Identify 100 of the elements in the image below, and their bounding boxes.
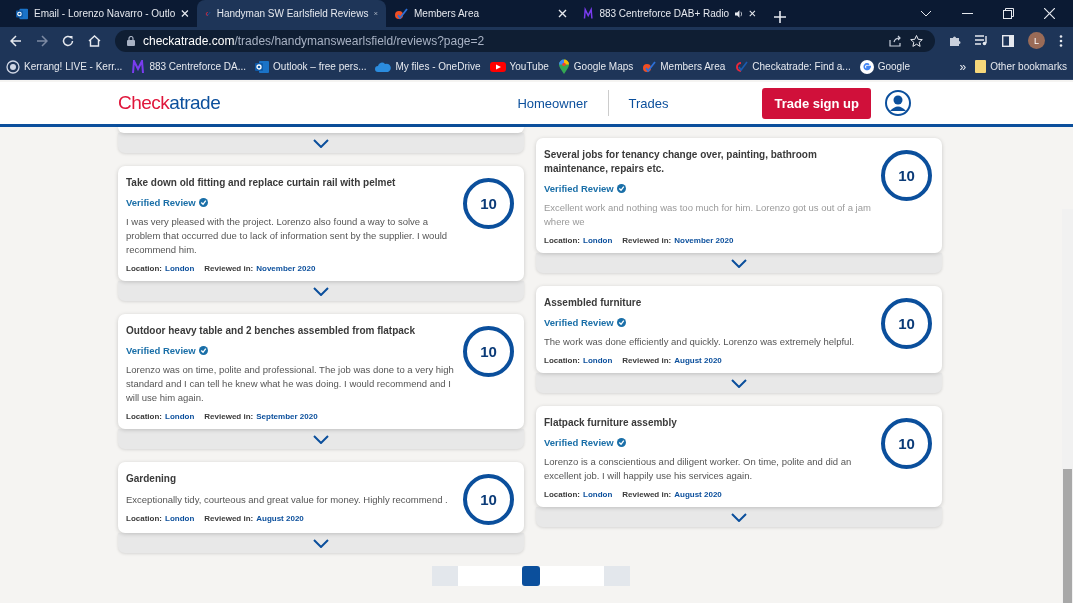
- verified-label: Verified Review: [544, 317, 614, 328]
- location-value: London: [165, 514, 195, 523]
- review-title: Several jobs for tenancy change over, painting, bathroom maintenance, repairs etc.: [544, 148, 818, 176]
- location-value: London: [165, 412, 195, 421]
- location-label: Location:: [544, 490, 580, 499]
- puzzle-icon[interactable]: [949, 34, 961, 47]
- new-tab-icon[interactable]: [774, 11, 786, 23]
- browser-tab[interactable]: Members Area: [386, 0, 575, 27]
- location-value: London: [583, 490, 613, 499]
- bookmark-link[interactable]: YouTube: [509, 61, 549, 72]
- location-label: Location:: [126, 412, 162, 421]
- verified-check-icon: [198, 346, 208, 355]
- m-logo-icon: [583, 6, 594, 21]
- account-icon[interactable]: [885, 90, 911, 116]
- reviewed-label: Reviewed in:: [622, 356, 672, 365]
- folder-icon: [975, 60, 987, 73]
- bookmark-link[interactable]: Members Area: [660, 61, 726, 72]
- forward-icon[interactable]: [36, 34, 48, 47]
- score-badge: 10: [881, 150, 932, 201]
- review-text: Excellent work and nothing was too much for him. Lorenzo got us out of a jam where we: [544, 201, 872, 229]
- chevron-icon: [731, 512, 747, 522]
- reviewed-date: August 2020: [674, 490, 722, 499]
- reviewed-date: September 2020: [256, 412, 318, 421]
- browser-tab[interactable]: 883 Centreforce DAB+ Radio: [575, 0, 764, 27]
- close-icon[interactable]: [1044, 8, 1055, 19]
- nav-link[interactable]: Homeowner: [497, 95, 608, 111]
- share-icon[interactable]: [889, 34, 902, 47]
- side-panel-icon[interactable]: [1002, 34, 1014, 47]
- close-icon[interactable]: [749, 9, 756, 18]
- bookmark-link[interactable]: Checkatrade: Find a...: [752, 61, 851, 72]
- review-text: The work was done efficiently and quickly. Lorenzo was extremely helpful.: [544, 335, 856, 349]
- reviewed-label: Reviewed in:: [204, 412, 254, 421]
- lock-icon: [127, 35, 135, 46]
- media-queue-icon[interactable]: [975, 35, 988, 46]
- scrollbar[interactable]: [1062, 209, 1073, 603]
- chevron-icon: [313, 286, 329, 296]
- location-label: Location:: [126, 264, 162, 273]
- reviewed-label: Reviewed in:: [204, 264, 254, 273]
- close-icon[interactable]: [558, 9, 567, 18]
- star-icon[interactable]: [910, 34, 923, 47]
- review-text: Exceptionally tidy, courteous and great value for money. Highly recommend .: [126, 493, 449, 507]
- location-label: Location:: [544, 356, 580, 365]
- reviewed-date: August 2020: [674, 356, 722, 365]
- bookmark-link[interactable]: Outlook – free pers...: [273, 61, 367, 72]
- location-value: London: [165, 264, 195, 273]
- m-logo-icon: [131, 59, 146, 74]
- reviewed-label: Reviewed in:: [622, 236, 672, 245]
- chevron-icon: [731, 258, 747, 268]
- browser-tab[interactable]: Handyman SW Earlsfield Reviews: [197, 0, 386, 27]
- chevron-icon: [313, 538, 329, 548]
- menu-icon[interactable]: [1059, 34, 1063, 47]
- chevron-icon: [313, 434, 329, 444]
- address-bar[interactable]: checkatrade.com/trades/handymanswearlsfield/reviews?page=2: [115, 29, 935, 52]
- verified-check-icon: [616, 184, 626, 193]
- back-icon[interactable]: [10, 34, 22, 47]
- bookmark-link[interactable]: Kerrang! LIVE - Kerr...: [24, 61, 123, 72]
- map-pin-icon: [557, 59, 570, 74]
- speaker-icon: [735, 8, 744, 19]
- score-badge: 10: [881, 418, 932, 469]
- home-icon[interactable]: [88, 34, 101, 47]
- verified-label: Verified Review: [126, 345, 196, 356]
- location-label: Location:: [544, 236, 580, 245]
- bookmark-link[interactable]: 883 Centreforce DA...: [149, 61, 247, 72]
- bookmark-link[interactable]: My files - OneDrive: [395, 61, 481, 72]
- logo[interactable]: Checkatrade: [118, 92, 221, 114]
- review-text: Lorenzo is a conscientious and diligent worker. On time, polite and did an excellent job. I will happily use his services again.: [544, 455, 853, 483]
- other-bookmarks-link[interactable]: Other bookmarks: [990, 61, 1067, 72]
- nav-link[interactable]: Trades: [608, 95, 689, 111]
- chevron-icon: [313, 138, 329, 148]
- review-title: Gardening: [126, 472, 177, 486]
- more-bookmarks-button[interactable]: »: [959, 59, 967, 74]
- score-badge: 10: [463, 178, 514, 229]
- bookmark-link[interactable]: Google: [877, 61, 910, 72]
- reviewed-date: November 2020: [674, 236, 734, 245]
- review-title: Flatpack furniture assembly: [544, 416, 678, 430]
- reviewed-label: Reviewed in:: [622, 490, 672, 499]
- verified-check-icon: [616, 438, 626, 447]
- restore-icon[interactable]: [1003, 8, 1014, 19]
- tab-search-icon[interactable]: [920, 10, 932, 17]
- bookmark-link[interactable]: Google Maps: [573, 61, 634, 72]
- browser-tab[interactable]: Email - Lorenzo Navarro - Outlo: [8, 0, 197, 27]
- tick-logo-icon: [734, 59, 749, 74]
- review-title: Assembled furniture: [544, 296, 643, 310]
- profile-avatar[interactable]: L: [1028, 32, 1045, 49]
- review-title: Outdoor heavy table and 2 benches assembled from flatpack: [126, 324, 416, 338]
- reviewed-date: November 2020: [256, 264, 316, 273]
- cloud-icon: [375, 60, 392, 73]
- signup-button[interactable]: Trade sign up: [762, 87, 871, 119]
- verified-check-icon: [198, 198, 208, 207]
- minimize-icon[interactable]: [962, 12, 973, 15]
- chevron-icon: [731, 378, 747, 388]
- score-badge: 10: [463, 326, 514, 377]
- tick-logo-icon: [642, 59, 657, 74]
- reviewed-label: Reviewed in:: [204, 514, 254, 523]
- g-logo-icon: [859, 59, 874, 74]
- review-title: Take down old fitting and replace curtain rail with pelmet: [126, 176, 397, 190]
- close-icon[interactable]: [181, 9, 189, 18]
- verified-check-icon: [616, 318, 626, 327]
- score-badge: 10: [881, 298, 932, 349]
- reload-icon[interactable]: [62, 34, 74, 47]
